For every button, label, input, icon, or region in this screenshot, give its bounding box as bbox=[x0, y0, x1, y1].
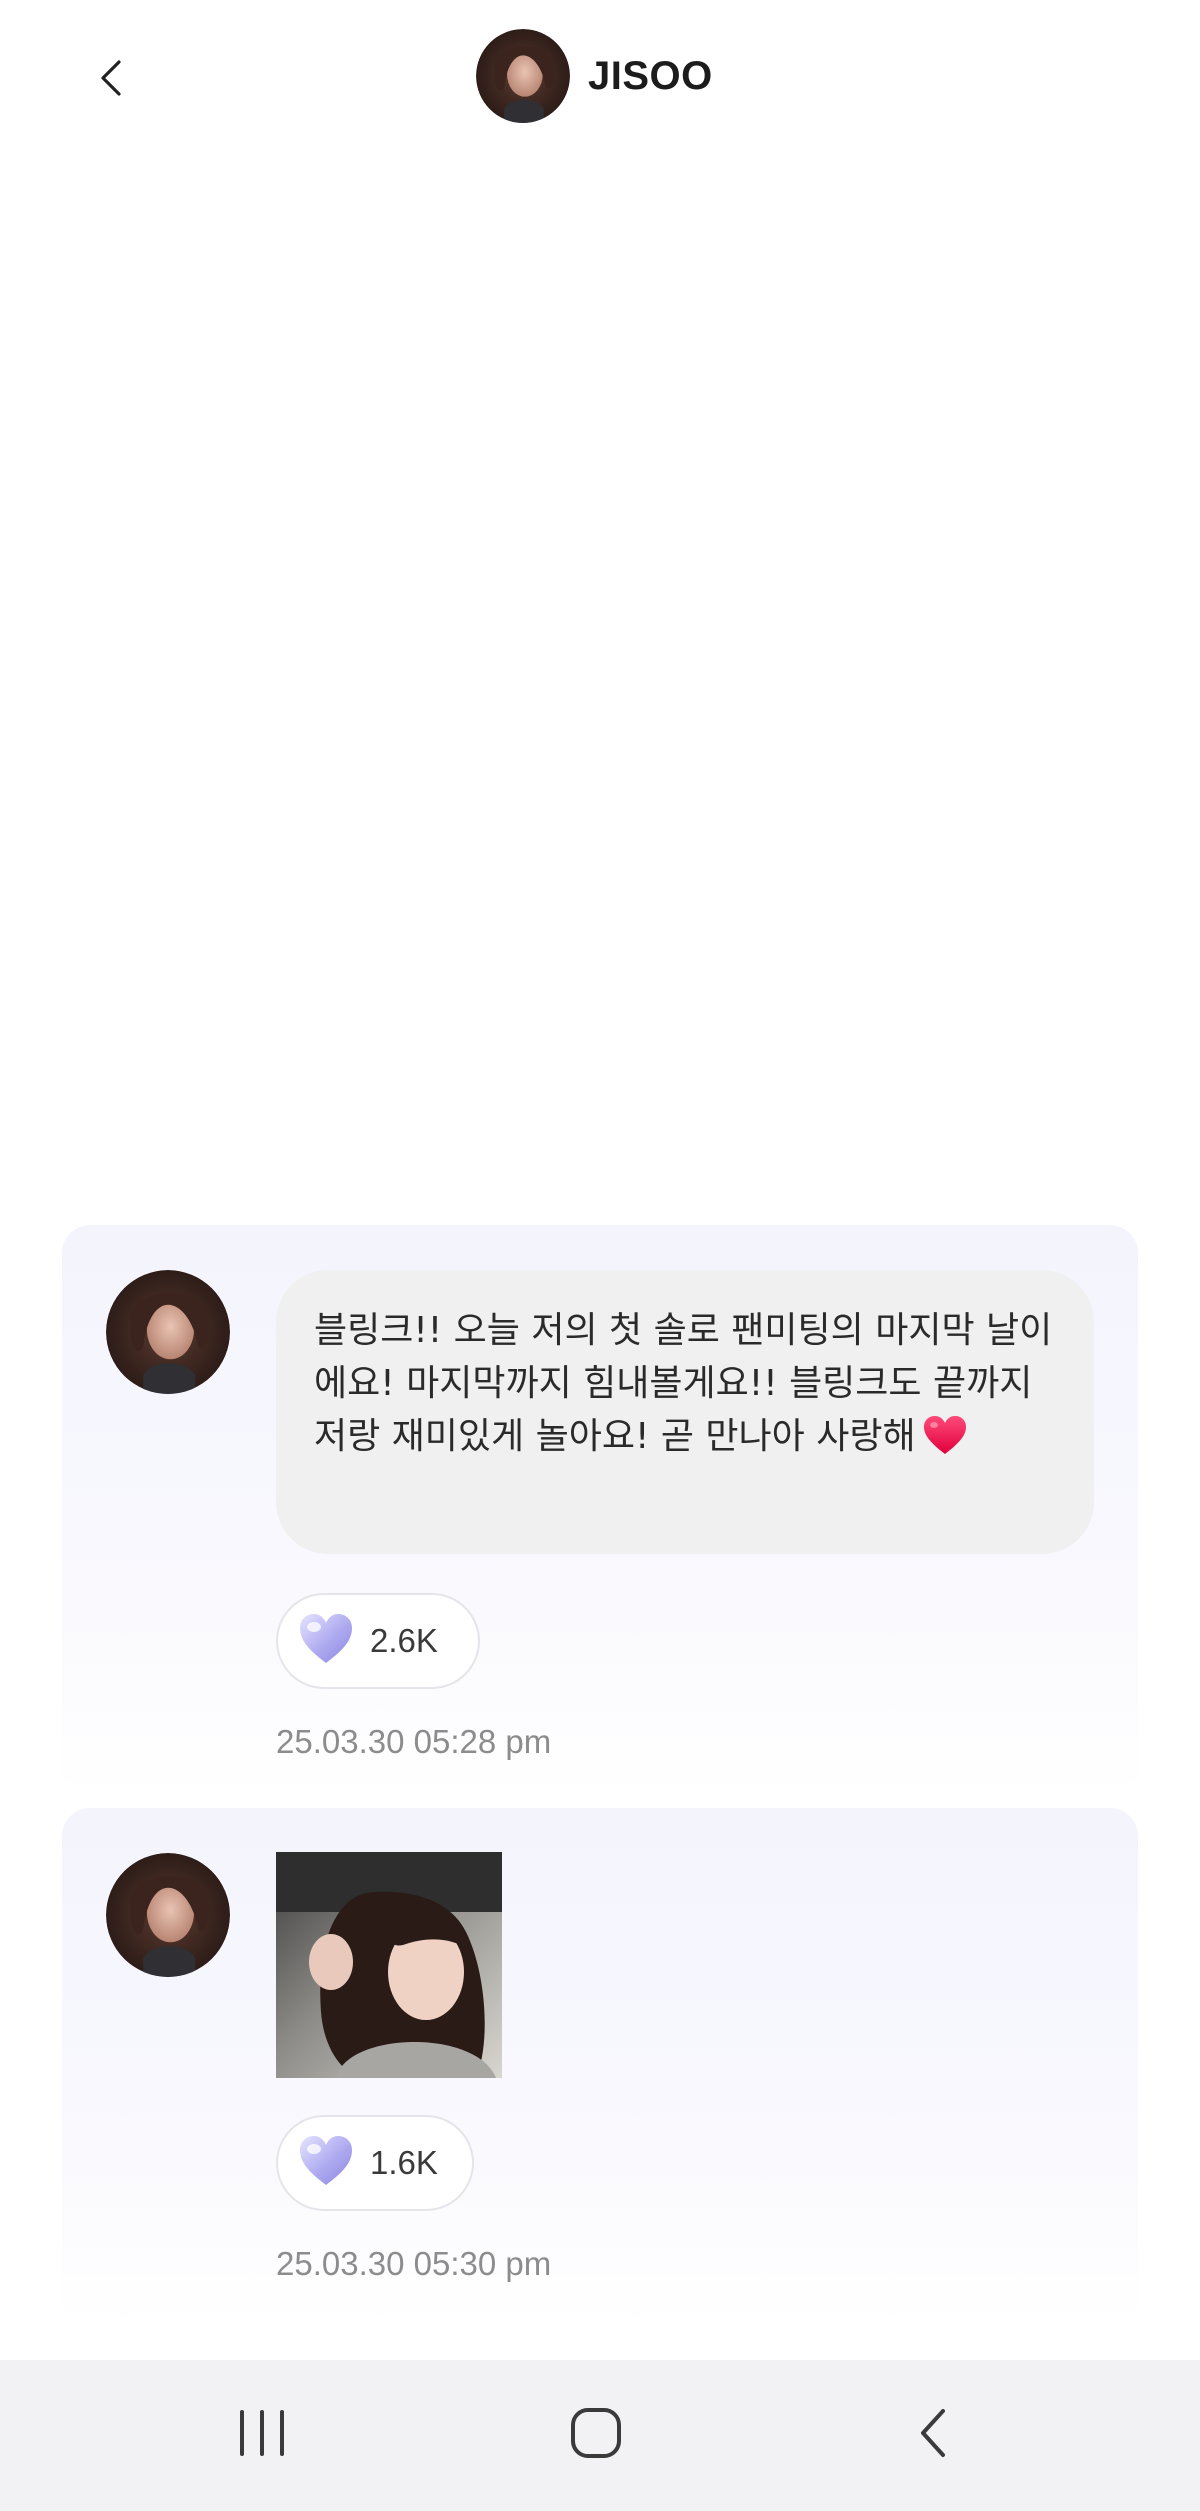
page-title: JISOO bbox=[588, 53, 713, 98]
recents-button[interactable] bbox=[207, 2390, 317, 2480]
chevron-left-icon bbox=[95, 56, 125, 105]
message-card: 블링크!! 오늘 저의 첫 솔로 팬미팅의 마지막 날이에요! 마지막까지 힘내… bbox=[62, 1225, 1138, 1795]
message-bubble[interactable]: 블링크!! 오늘 저의 첫 솔로 팬미팅의 마지막 날이에요! 마지막까지 힘내… bbox=[276, 1270, 1094, 1554]
back-icon bbox=[913, 2405, 953, 2466]
avatar[interactable] bbox=[106, 1270, 230, 1394]
like-count: 2.6K bbox=[370, 1622, 438, 1659]
recents-icon bbox=[234, 2408, 290, 2463]
back-button[interactable] bbox=[78, 40, 142, 120]
red-heart-icon bbox=[922, 1414, 968, 1471]
system-nav-bar bbox=[0, 2360, 1200, 2511]
heart-icon bbox=[296, 1611, 356, 1672]
heart-icon bbox=[296, 2133, 356, 2194]
like-button[interactable]: 1.6K bbox=[276, 2115, 474, 2211]
message-photo[interactable] bbox=[276, 1852, 502, 2078]
timestamp: 25.03.30 05:28 pm bbox=[276, 1723, 552, 1760]
message-card: 1.6K 25.03.30 05:30 pm bbox=[62, 1808, 1138, 2328]
timestamp: 25.03.30 05:30 pm bbox=[276, 2245, 552, 2282]
avatar[interactable] bbox=[476, 29, 570, 123]
home-icon bbox=[568, 2405, 624, 2466]
home-button[interactable] bbox=[541, 2390, 651, 2480]
system-back-button[interactable] bbox=[878, 2390, 988, 2480]
like-button[interactable]: 2.6K bbox=[276, 1593, 480, 1689]
avatar[interactable] bbox=[106, 1853, 230, 1977]
like-count: 1.6K bbox=[370, 2144, 438, 2181]
header-bar: JISOO bbox=[0, 0, 1200, 160]
chat-partner[interactable]: JISOO bbox=[476, 28, 713, 124]
